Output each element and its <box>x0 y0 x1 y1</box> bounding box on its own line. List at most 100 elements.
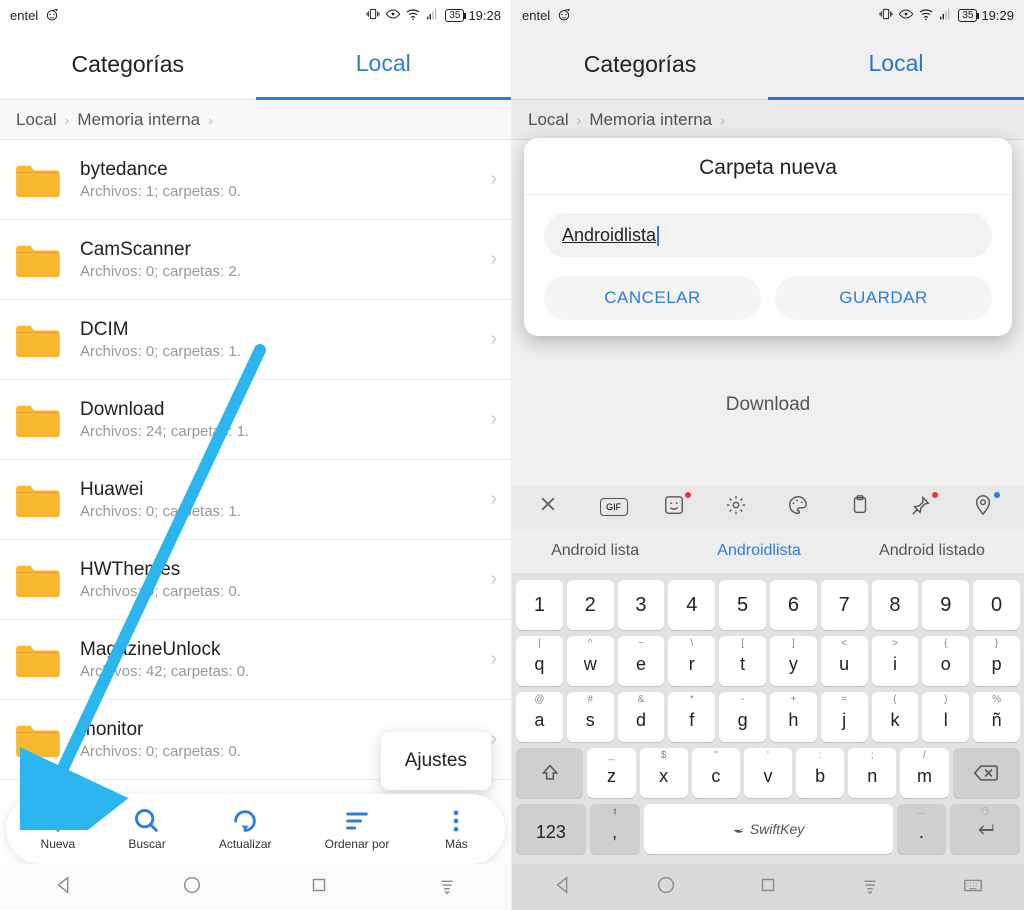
key-space[interactable]: SwiftKey <box>644 804 893 854</box>
folder-icon <box>14 721 60 759</box>
key-a[interactable]: @a <box>516 692 563 742</box>
tab-categories[interactable]: Categorías <box>512 30 768 100</box>
dialog-title: Carpeta nueva <box>524 156 1012 195</box>
key-b[interactable]: :b <box>796 748 844 798</box>
cancel-button[interactable]: CANCELAR <box>544 276 761 320</box>
suggestion-selected[interactable]: Androidlista <box>717 542 801 560</box>
suggestion[interactable]: Android lista <box>551 542 639 560</box>
key-c[interactable]: "c <box>692 748 740 798</box>
new-folder-dialog: Carpeta nueva Androidlista CANCELAR GUAR… <box>524 138 1012 336</box>
refresh-button[interactable]: Actualizar <box>219 807 272 851</box>
key-e[interactable]: ~e <box>618 636 665 686</box>
suggestion[interactable]: Android listado <box>879 542 985 560</box>
key-d[interactable]: &d <box>618 692 665 742</box>
chevron-right-icon: › <box>720 112 725 128</box>
key-7[interactable]: 7 <box>821 580 868 630</box>
key-l[interactable]: )l <box>922 692 969 742</box>
tab-local[interactable]: Local <box>256 30 512 100</box>
key-enter[interactable] <box>950 804 1020 854</box>
key-2[interactable]: 2 <box>567 580 614 630</box>
folder-name-input[interactable]: Androidlista <box>544 213 992 258</box>
folder-list[interactable]: bytedanceArchivos: 1; carpetas: 0.›CamSc… <box>0 140 511 780</box>
palette-icon[interactable] <box>787 494 813 520</box>
pin-icon[interactable] <box>910 494 936 520</box>
gear-icon[interactable] <box>725 494 751 520</box>
key-8[interactable]: 8 <box>872 580 919 630</box>
settings-popup[interactable]: Ajustes <box>381 732 491 790</box>
key-s[interactable]: #s <box>567 692 614 742</box>
key-ñ[interactable]: %ñ <box>973 692 1020 742</box>
key-0[interactable]: 0 <box>973 580 1020 630</box>
more-icon <box>442 807 470 835</box>
gif-icon[interactable]: GIF <box>600 498 628 516</box>
battery-icon: 35 <box>958 9 977 22</box>
key-h[interactable]: +h <box>770 692 817 742</box>
key-z[interactable]: _z <box>587 748 635 798</box>
key-3[interactable]: 3 <box>618 580 665 630</box>
key-i[interactable]: >i <box>872 636 919 686</box>
key-1[interactable]: 1 <box>516 580 563 630</box>
recent-key[interactable] <box>308 874 330 901</box>
key-period[interactable]: …. <box>897 804 947 854</box>
folder-row[interactable]: CamScannerArchivos: 0; carpetas: 2.› <box>0 220 511 300</box>
chevron-right-icon: › <box>65 112 70 128</box>
clipboard-icon[interactable] <box>849 494 875 520</box>
location-icon[interactable] <box>972 494 998 520</box>
crumb-internal[interactable]: Memoria interna <box>589 110 712 130</box>
save-button[interactable]: GUARDAR <box>775 276 992 320</box>
crumb-local[interactable]: Local <box>16 110 57 130</box>
back-key[interactable] <box>53 874 75 901</box>
tab-local[interactable]: Local <box>768 30 1024 100</box>
sticker-icon[interactable] <box>663 494 689 520</box>
key-x[interactable]: $x <box>640 748 688 798</box>
keyboard-key[interactable] <box>962 874 984 901</box>
key-p[interactable]: }p <box>973 636 1020 686</box>
folder-row[interactable]: HuaweiArchivos: 0; carpetas: 1.› <box>0 460 511 540</box>
key-backspace[interactable] <box>953 748 1020 798</box>
key-f[interactable]: *f <box>668 692 715 742</box>
key-g[interactable]: -g <box>719 692 766 742</box>
folder-row[interactable]: DCIMArchivos: 0; carpetas: 1.› <box>0 300 511 380</box>
dropdown-key[interactable] <box>436 874 458 901</box>
key-j[interactable]: =j <box>821 692 868 742</box>
folder-name: HWThemes <box>80 559 490 581</box>
key-m[interactable]: /m <box>900 748 948 798</box>
search-button[interactable]: Buscar <box>128 807 165 851</box>
key-q[interactable]: |q <box>516 636 563 686</box>
status-bar: entel 35 19:29 <box>512 0 1024 30</box>
home-key[interactable] <box>181 874 203 901</box>
new-button[interactable]: Nueva <box>41 807 76 851</box>
folder-row[interactable]: bytedanceArchivos: 1; carpetas: 0.› <box>0 140 511 220</box>
dropdown-key[interactable] <box>859 874 881 901</box>
recent-key[interactable] <box>757 874 779 901</box>
folder-subtitle: Archivos: 0; carpetas: 2. <box>80 263 490 280</box>
key-mode[interactable]: 123 <box>516 804 586 854</box>
back-key[interactable] <box>552 874 574 901</box>
key-4[interactable]: 4 <box>668 580 715 630</box>
home-key[interactable] <box>655 874 677 901</box>
key-5[interactable]: 5 <box>719 580 766 630</box>
key-comma[interactable]: , <box>590 804 640 854</box>
key-t[interactable]: [t <box>719 636 766 686</box>
crumb-internal[interactable]: Memoria interna <box>77 110 200 130</box>
key-k[interactable]: (k <box>872 692 919 742</box>
key-6[interactable]: 6 <box>770 580 817 630</box>
time-label: 19:28 <box>468 8 501 23</box>
folder-row[interactable]: DownloadArchivos: 24; carpetas: 1.› <box>0 380 511 460</box>
key-o[interactable]: {o <box>922 636 969 686</box>
key-shift[interactable] <box>516 748 583 798</box>
key-9[interactable]: 9 <box>922 580 969 630</box>
key-y[interactable]: ]y <box>770 636 817 686</box>
key-u[interactable]: <u <box>821 636 868 686</box>
tab-categories[interactable]: Categorías <box>0 30 256 100</box>
key-n[interactable]: ;n <box>848 748 896 798</box>
folder-row[interactable]: MagazineUnlockArchivos: 42; carpetas: 0.… <box>0 620 511 700</box>
key-w[interactable]: ^w <box>567 636 614 686</box>
key-v[interactable]: 'v <box>744 748 792 798</box>
close-icon[interactable] <box>538 494 564 520</box>
folder-row[interactable]: HWThemesArchivos: 0; carpetas: 0.› <box>0 540 511 620</box>
key-r[interactable]: \r <box>668 636 715 686</box>
more-button[interactable]: Más <box>442 807 470 851</box>
sort-button[interactable]: Ordenar por <box>325 807 390 851</box>
crumb-local[interactable]: Local <box>528 110 569 130</box>
